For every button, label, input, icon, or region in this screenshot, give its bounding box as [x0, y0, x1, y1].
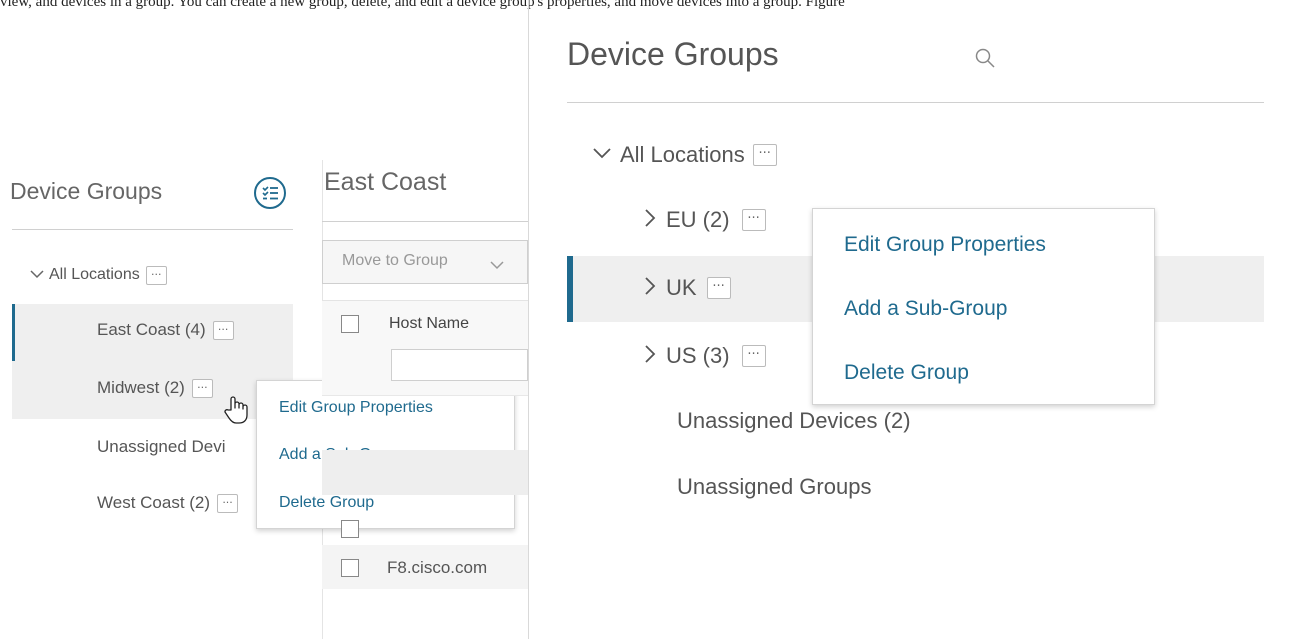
more-options-button[interactable]: ···: [212, 320, 234, 340]
chevron-down-icon: [490, 257, 504, 275]
move-to-group-label: Move to Group: [342, 252, 448, 269]
host-name-cell: F8.cisco.com: [387, 558, 488, 577]
tree-item-label: West Coast (2): [97, 493, 211, 512]
menu-item-add-sub-group[interactable]: Add a Sub-Group: [844, 297, 1007, 321]
figure-caption: view, and devices in a group. You can cr…: [0, 0, 845, 10]
tree-item-unassigned-devices[interactable]: Unassigned Devi: [97, 437, 226, 457]
tree-item-us[interactable]: US (3) ···: [644, 343, 766, 369]
tree-item-label: Midwest (2): [97, 378, 185, 397]
context-menu: Edit Group Properties Add a Sub-Group De…: [812, 208, 1155, 405]
tree-root-all-locations[interactable]: All Locations ···: [30, 262, 167, 288]
more-options-button[interactable]: ···: [145, 265, 167, 285]
tree-item-label: Unassigned Devi: [97, 437, 226, 456]
tree-root-label: All Locations: [49, 266, 140, 283]
list-view-toggle-icon[interactable]: [250, 173, 290, 213]
more-options-button[interactable]: ···: [741, 209, 766, 231]
tree-root-all-locations[interactable]: All Locations ···: [592, 142, 777, 168]
tree-item-midwest[interactable]: Midwest (2) ···: [97, 378, 213, 398]
menu-item-delete-group[interactable]: Delete Group: [844, 361, 969, 385]
row-checkbox[interactable]: [341, 520, 359, 538]
table-row: [322, 450, 528, 495]
menu-item-edit-group-properties[interactable]: Edit Group Properties: [844, 233, 1046, 257]
more-options-button[interactable]: ···: [706, 277, 731, 299]
table-row: [322, 395, 528, 451]
chevron-down-icon[interactable]: [592, 146, 612, 164]
row-checkbox[interactable]: [341, 559, 359, 577]
right-panel-title: Device Groups: [567, 36, 779, 72]
tree-item-uk[interactable]: UK ···: [644, 275, 731, 301]
tree-item-east-coast[interactable]: East Coast (4) ···: [97, 320, 234, 340]
chevron-right-icon[interactable]: [644, 344, 656, 369]
selection-indicator: [567, 256, 573, 322]
search-icon[interactable]: [974, 47, 996, 74]
tree-item-unassigned-devices[interactable]: Unassigned Devices (2): [677, 408, 911, 434]
selection-indicator: [12, 304, 15, 361]
middle-panel-divider: [322, 221, 528, 222]
tree-item-label: East Coast (4): [97, 320, 206, 339]
more-options-button[interactable]: ···: [752, 144, 777, 166]
menu-item-delete-group[interactable]: Delete Group: [279, 494, 374, 512]
group-title: East Coast: [324, 168, 447, 196]
select-all-checkbox[interactable]: [341, 315, 359, 333]
left-panel-divider: [12, 229, 293, 230]
tree-item-label: UK: [666, 275, 697, 300]
tree-item-eu[interactable]: EU (2) ···: [644, 207, 766, 233]
panel-divider: [528, 0, 529, 639]
tree-item-west-coast[interactable]: West Coast (2) ···: [97, 493, 239, 513]
right-panel-divider: [567, 102, 1264, 103]
move-to-group-button[interactable]: Move to Group: [322, 240, 528, 284]
more-options-button[interactable]: ···: [217, 493, 239, 513]
tree-item-label: Unassigned Groups: [677, 474, 872, 499]
hand-pointer-cursor-icon: [224, 395, 248, 430]
tree-item-unassigned-groups[interactable]: Unassigned Groups: [677, 474, 871, 500]
tree-item-label: EU (2): [666, 207, 730, 232]
chevron-right-icon[interactable]: [644, 208, 656, 233]
tree-item-label: Unassigned Devices (2): [677, 408, 911, 433]
more-options-button[interactable]: ···: [191, 378, 213, 398]
chevron-right-icon[interactable]: [644, 276, 656, 301]
chevron-down-icon[interactable]: [30, 266, 44, 284]
host-name-filter-input[interactable]: [391, 349, 528, 381]
more-options-button[interactable]: ···: [741, 345, 766, 367]
column-header-host-name[interactable]: Host Name: [389, 315, 469, 333]
tree-item-label: US (3): [666, 343, 730, 368]
tree-root-label: All Locations: [620, 142, 745, 167]
left-panel-title: Device Groups: [10, 178, 163, 204]
